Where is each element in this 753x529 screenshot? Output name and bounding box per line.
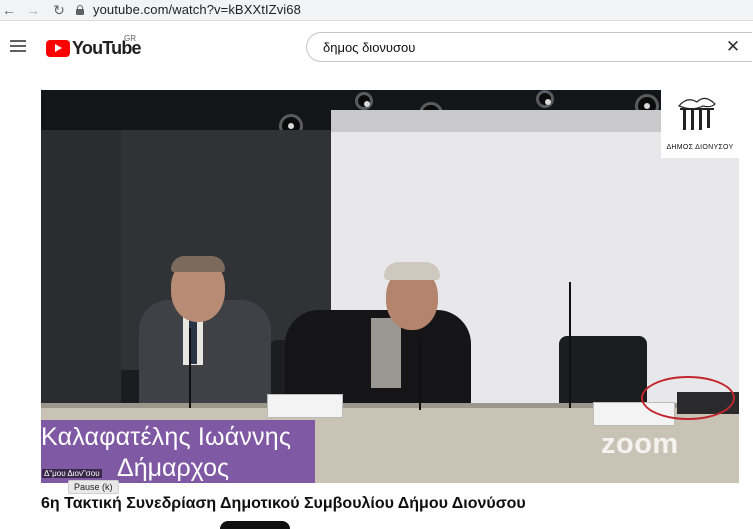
shirt [371,318,401,388]
wall [41,130,121,430]
nameplate [267,394,343,418]
address-bar[interactable]: youtube.com/watch?v=kBXXtIZvi68 [76,0,753,19]
stage-light [355,92,373,110]
municipality-caption: ΔΗΜΟΣ ΔΙΟΝΥΣΟΥ [666,144,734,151]
microphone [569,282,571,408]
url-text[interactable]: youtube.com/watch?v=kBXXtIZvi68 [93,2,301,17]
clear-search-icon[interactable]: ✕ [722,36,744,58]
microphone [189,328,191,408]
browser-toolbar: ← → ↻ youtube.com/watch?v=kBXXtIZvi68 [0,0,753,21]
youtube-header: YouTube GR ✕ [0,21,753,73]
youtube-play-icon [46,40,70,57]
video-player[interactable]: ΔΗΜΟΣ ΔΙΟΝΥΣΟΥ Καλαφατέλης Ιωάννης Δήμαρ… [41,90,739,483]
speaker-name: Καλαφατέλης Ιωάννης [41,423,292,451]
hair [171,256,225,272]
pause-tooltip: Pause (k) [68,480,119,494]
video-title: 6η Τακτική Συνεδρίαση Δημοτικού Συμβουλί… [41,495,526,512]
reload-icon[interactable]: ↻ [50,1,68,19]
stage-light [536,90,554,108]
microphone [419,340,421,410]
country-code: GR [124,34,136,43]
subscribe-button[interactable] [220,521,290,529]
youtube-logo[interactable]: YouTube GR [46,34,142,59]
zoom-watermark: zoom [601,428,679,460]
channel-label: Δ"μου Διον"σου [42,469,102,478]
hair [384,262,440,280]
forward-arrow-icon[interactable]: → [24,1,42,19]
lock-icon [76,5,84,15]
red-cable [641,376,735,420]
search-box[interactable] [306,32,752,62]
search-input[interactable] [321,39,705,56]
speaker-role: Δήμαρχος [117,454,230,482]
temple-ruin-icon [677,97,716,130]
municipality-logo: ΔΗΜΟΣ ΔΙΟΝΥΣΟΥ [661,90,739,158]
menu-icon[interactable] [10,40,26,52]
back-arrow-icon[interactable]: ← [0,1,18,19]
